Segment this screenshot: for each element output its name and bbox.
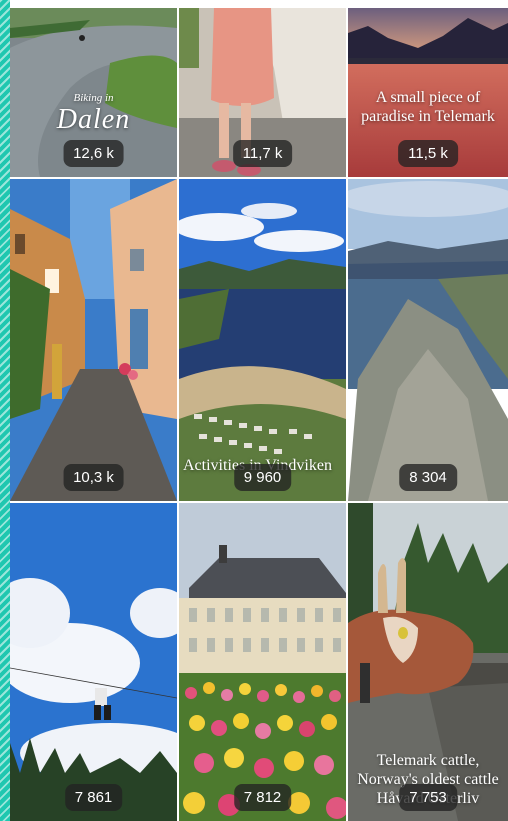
photo-tile-telemark-cattle[interactable]: Telemark cattle, Norway's oldest cattle … — [348, 503, 508, 821]
caption-small: Biking in — [73, 92, 114, 104]
photo-tile-street-houses[interactable]: 10,3 k — [10, 179, 177, 501]
view-count-badge: 12,6 k — [63, 140, 124, 167]
view-count-badge: 8 304 — [399, 464, 457, 491]
photo-tile-biking-dalen[interactable]: Biking in Dalen 12,6 k — [10, 8, 177, 177]
photo-tile-tulip-building[interactable]: 7 812 — [179, 503, 346, 821]
caption-text: A small piece of paradise in Telemark — [361, 89, 495, 125]
view-count-badge: 7 812 — [233, 784, 292, 811]
photo-tile-campsite-aerial[interactable]: Activities in Vindviken 9 960 — [179, 179, 346, 501]
photo-campsite-aerial — [179, 179, 346, 501]
photo-tile-child-tent[interactable]: 11,7 k — [179, 8, 346, 177]
left-edge-strip — [0, 0, 10, 821]
photo-street-houses — [10, 179, 177, 501]
view-count-badge: 10,3 k — [63, 464, 124, 491]
photo-mountain-lake — [348, 179, 508, 501]
view-count-badge: 7 753 — [399, 784, 457, 811]
photo-tulip-building — [179, 503, 346, 821]
photo-tile-sunset-lake[interactable]: A small piece of paradise in Telemark 11… — [348, 8, 508, 177]
caption-title: Dalen — [56, 104, 131, 135]
view-count-badge: 11,5 k — [398, 140, 458, 167]
view-count-badge: 11,7 k — [232, 140, 293, 167]
photo-zipline-sky — [10, 503, 177, 821]
gallery-screen: Biking in Dalen 12,6 k 11,7 k A small pi… — [0, 0, 508, 821]
view-count-badge: 7 861 — [64, 784, 123, 811]
photo-tile-zipline-sky[interactable]: 7 861 — [10, 503, 177, 821]
photo-tile-mountain-lake[interactable]: 8 304 — [348, 179, 508, 501]
view-count-badge: 9 960 — [233, 464, 292, 491]
